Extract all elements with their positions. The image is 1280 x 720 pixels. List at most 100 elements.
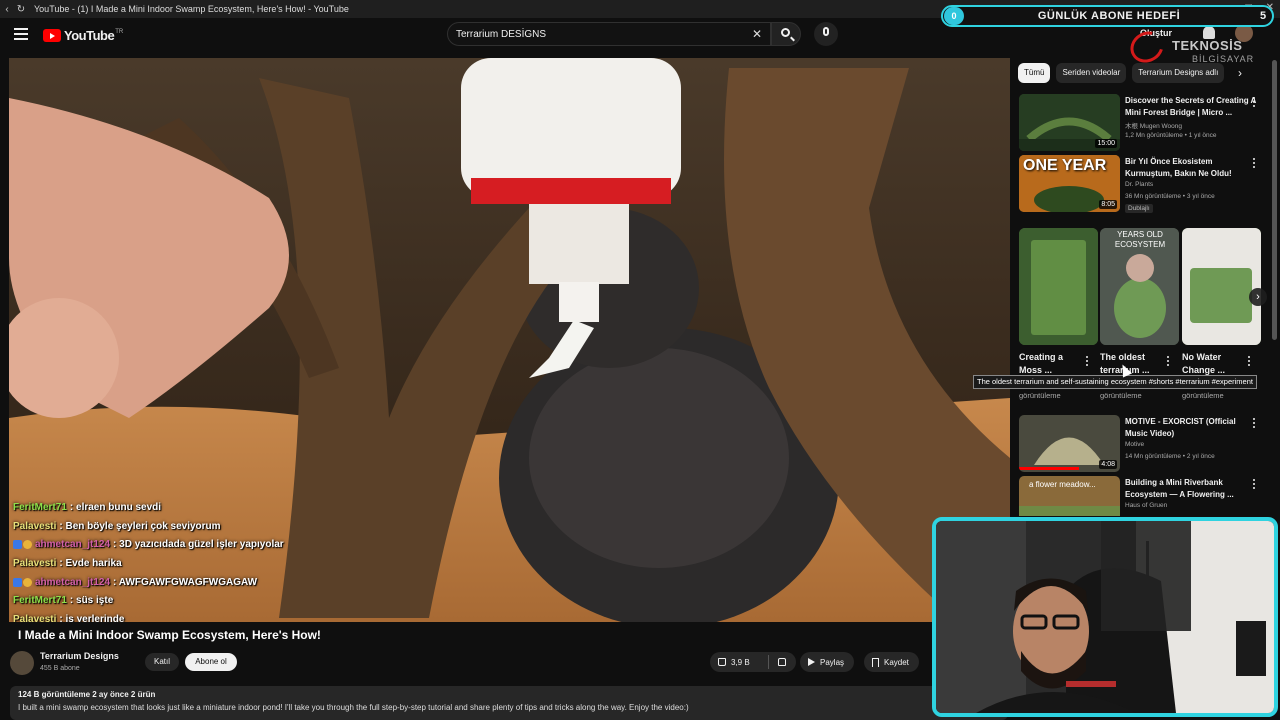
like-divider (768, 655, 769, 669)
chat-message: ahmetcan_jt124: 3D yazıcıdada güzel işle… (13, 535, 433, 554)
video-title: Building a Mini Riverbank Ecosystem — A … (1125, 478, 1234, 499)
subscriber-count: 455 B abone (40, 665, 80, 672)
bookmark-icon (872, 657, 879, 667)
video-duration: 4:08 (1099, 460, 1117, 469)
channel-name[interactable]: Terrarium Designs (40, 651, 119, 661)
short-title[interactable]: Creating a Moss ... (1019, 351, 1081, 377)
recommended-video[interactable]: 15:00 Discover the Secrets of Creating A… (1019, 94, 1267, 151)
video-title: Bir Yıl Önce Ekosistem Kurmuştum, Bakın … (1125, 157, 1232, 178)
video-meta: 36 Mn görüntüleme • 3 yıl önce (1125, 193, 1215, 200)
search-input[interactable]: Terrarium DESİGNS ✕ (447, 22, 771, 46)
short-thumbnail[interactable]: YEARS OLD ECOSYSTEM (1100, 228, 1179, 345)
video-thumbnail[interactable]: 15:00 (1019, 94, 1120, 151)
filter-chip[interactable]: Terrarium Designs adlı (1132, 63, 1225, 83)
chat-badges (13, 577, 32, 587)
short-thumbnail[interactable] (1019, 228, 1098, 345)
webcam-overlay (932, 517, 1278, 717)
goal-target: 5 (1259, 10, 1267, 22)
chat-username: Palavesti (13, 557, 57, 569)
filter-chips: Tümü Seriden videolar Terrarium Designs ad… (1018, 63, 1225, 83)
more-options-icon[interactable] (1248, 356, 1251, 368)
channel-name: Motive (1125, 441, 1145, 448)
youtube-logo[interactable]: YouTube TR (43, 28, 123, 43)
short-image (1019, 228, 1098, 345)
youtube-play-icon (43, 29, 61, 42)
short-title[interactable]: No Water Change ... (1182, 351, 1244, 377)
short-views: görüntüleme (1019, 391, 1061, 400)
chat-text: : iş yerlerinde (59, 613, 125, 622)
thumbs-down-icon[interactable] (778, 658, 786, 666)
sidebar-scrollbar[interactable] (1272, 60, 1277, 340)
verified-badge-icon (13, 577, 22, 587)
video-thumbnail[interactable]: a flower meadow... (1019, 476, 1120, 516)
mic-icon (823, 27, 829, 36)
shorts-next-icon[interactable]: › (1249, 288, 1267, 306)
chevron-right-icon[interactable]: › (1238, 66, 1242, 80)
verified-badge-icon (13, 540, 22, 550)
join-button[interactable]: Katıl (145, 653, 179, 671)
recommended-video[interactable]: ONE YEAR 8:05 Bir Yıl Önce Ekosistem Kur… (1019, 155, 1267, 215)
screen: ‹ ↻ YouTube - (1) I Made a Mini Indoor S… (0, 0, 1280, 720)
chat-message: FeritMert71: süs işte (13, 591, 433, 610)
chat-message: Palavesti: iş yerlerinde (13, 610, 433, 622)
video-player[interactable]: FeritMert71: elraen bunu sevdi Palavesti:… (9, 58, 1010, 622)
chat-message: FeritMert71: elraen bunu sevdi (13, 498, 433, 517)
chat-username: ahmetcan_jt124 (35, 576, 111, 588)
chat-username: Palavesti (13, 613, 57, 622)
subscribe-button[interactable]: Abone ol (185, 653, 237, 671)
short-thumbnail[interactable] (1182, 228, 1261, 345)
more-options-icon[interactable] (1253, 97, 1256, 108)
video-duration: 15:00 (1095, 139, 1117, 148)
chat-username: ahmetcan_jt124 (35, 539, 111, 551)
video-thumbnail[interactable]: 4:08 (1019, 415, 1120, 472)
voice-search-button[interactable] (814, 22, 838, 46)
filter-chip[interactable]: Seriden videolar (1056, 63, 1127, 83)
chat-message: Palavesti: Ben böyle şeyleri çok seviyor… (13, 517, 433, 536)
more-options-icon[interactable] (1253, 418, 1256, 429)
like-button[interactable]: 3,9 B (710, 652, 796, 672)
share-icon (808, 658, 815, 666)
thumbnail-text: a flower meadow... (1029, 480, 1096, 489)
channel-name: Haus of Gruen (1125, 502, 1168, 509)
like-count: 3,9 B (731, 657, 750, 667)
recommended-video[interactable]: a flower meadow... Building a Mini River… (1019, 476, 1267, 516)
clear-search-icon[interactable]: ✕ (752, 27, 762, 41)
thumbnail-text: ONE YEAR (1023, 157, 1107, 174)
save-button[interactable]: Kaydet (864, 652, 919, 672)
chat-username: FeritMert71 (13, 595, 67, 607)
short-overlay-text: YEARS OLD ECOSYSTEM (1114, 230, 1166, 249)
more-options-icon[interactable] (1086, 356, 1089, 368)
more-options-icon[interactable] (1253, 479, 1256, 490)
webcam-image (936, 521, 1274, 713)
video-thumbnail[interactable]: ONE YEAR 8:05 (1019, 155, 1120, 212)
tooltip: The oldest terrarium and self-sustaining… (973, 375, 1257, 389)
channel-name: 木根 Mugen Woong (1125, 123, 1182, 130)
search-button[interactable] (771, 22, 801, 46)
channel-name: Dr. Plants (1125, 181, 1154, 188)
live-chat-overlay: FeritMert71: elraen bunu sevdi Palavesti:… (13, 498, 433, 622)
more-options-icon[interactable] (1167, 356, 1170, 368)
more-options-icon[interactable] (1253, 158, 1256, 169)
chat-text: : Evde harika (59, 557, 122, 569)
video-meta: 124 B görüntüleme 2 ay önce 2 ürün (18, 690, 156, 699)
member-badge-icon (23, 577, 32, 587)
menu-icon[interactable] (14, 28, 28, 40)
chat-text: : AWFGAWFGWAGFWGAGAW (113, 576, 258, 588)
share-button[interactable]: Paylaş (800, 652, 855, 672)
tab-title: YouTube - (1) I Made a Mini Indoor Swamp… (34, 4, 349, 14)
refresh-icon[interactable]: ↻ (14, 4, 28, 15)
thumbs-up-icon (718, 658, 726, 666)
goal-label: GÜNLÜK ABONE HEDEFİ (1037, 10, 1181, 22)
back-icon[interactable]: ‹ (0, 4, 14, 15)
video-duration: 8:05 (1099, 200, 1117, 209)
member-badge-icon (23, 540, 32, 550)
goal-current: 0 (944, 7, 964, 25)
channel-avatar[interactable] (10, 651, 34, 675)
chat-text: : elraen bunu sevdi (69, 501, 162, 513)
chat-text: : 3D yazıcıdada güzel işler yapıyolar (113, 539, 284, 551)
short-views: görüntüleme (1100, 391, 1142, 400)
filter-chip[interactable]: Tümü (1018, 63, 1051, 83)
search-icon (781, 28, 790, 37)
video-title: I Made a Mini Indoor Swamp Ecosystem, He… (18, 628, 321, 642)
recommended-video[interactable]: 4:08 MOTIVE - EXORCIST (Official Music V… (1019, 415, 1267, 472)
